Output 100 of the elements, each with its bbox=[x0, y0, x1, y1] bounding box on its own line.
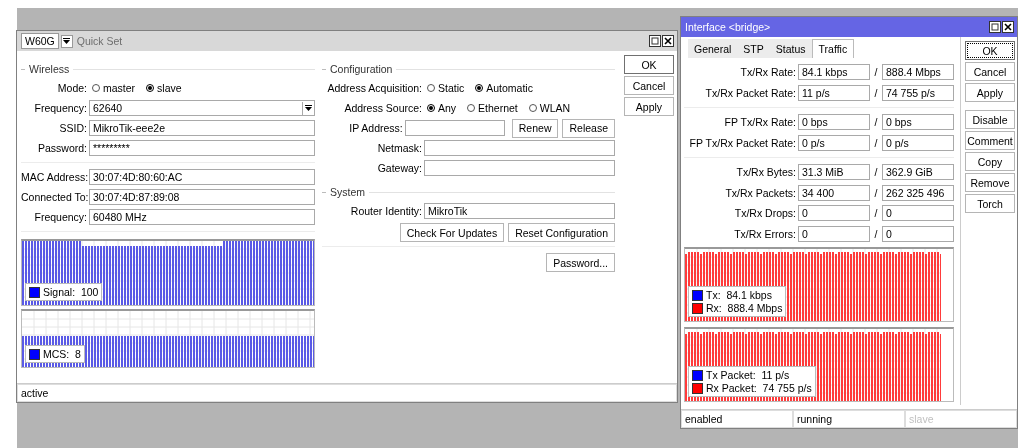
readonly-field: 0 bps bbox=[882, 114, 954, 131]
readonly-field: 0 bbox=[882, 205, 954, 222]
section-heading: Configuration bbox=[330, 63, 393, 75]
button[interactable]: Apply bbox=[624, 97, 674, 116]
separator-text: / bbox=[873, 136, 879, 149]
button[interactable]: Apply bbox=[965, 83, 1015, 102]
readonly-field: 362.9 GiB bbox=[882, 164, 954, 181]
legend-text: Tx: 84.1 kbps bbox=[706, 289, 772, 301]
radio-button[interactable]: Ethernet bbox=[467, 102, 518, 114]
field-label: Password: bbox=[36, 142, 87, 154]
legend-text: Tx Packet: 11 p/s bbox=[706, 369, 790, 381]
readonly-field: 0 p/s bbox=[882, 134, 954, 151]
button[interactable]: OK bbox=[624, 55, 674, 74]
readonly-field: 0 bbox=[882, 225, 954, 242]
separator-text: / bbox=[873, 207, 879, 220]
tab[interactable]: General bbox=[688, 39, 738, 58]
field-label: Tx/Rx Packet Rate: bbox=[704, 86, 796, 99]
input-field[interactable] bbox=[424, 140, 615, 156]
separator-text: / bbox=[873, 66, 879, 79]
tab[interactable]: Status bbox=[769, 39, 812, 58]
readonly-field: 34 400 bbox=[798, 184, 870, 201]
button[interactable]: OK bbox=[965, 41, 1015, 60]
separator-text: / bbox=[873, 116, 879, 129]
field-label: Tx/Rx Drops: bbox=[733, 207, 796, 220]
input-field[interactable]: MikroTik-eee2e bbox=[89, 120, 315, 136]
button[interactable]: Torch bbox=[965, 194, 1015, 213]
button[interactable]: Check For Updates bbox=[399, 223, 505, 242]
window-title: Quick Set bbox=[76, 35, 124, 47]
readonly-field: 0 p/s bbox=[798, 134, 870, 151]
field-label: Mode: bbox=[56, 82, 87, 94]
field-label: Connected To: bbox=[21, 191, 87, 203]
readonly-field: 84.1 kbps bbox=[798, 64, 870, 81]
dropdown-field[interactable]: 62640 bbox=[89, 100, 315, 116]
field-label: Address Acquisition: bbox=[326, 82, 422, 94]
readonly-field: 74 755 p/s bbox=[882, 84, 954, 101]
legend-text: Rx Packet: 74 755 p/s bbox=[706, 382, 812, 394]
radio-button[interactable]: master bbox=[92, 82, 136, 94]
button[interactable]: Reset Configuration bbox=[508, 223, 615, 242]
separator-text: / bbox=[873, 227, 879, 240]
field-label: Router Identity: bbox=[349, 205, 422, 217]
field-label: Address Source: bbox=[343, 102, 422, 114]
field-label: Frequency: bbox=[33, 102, 87, 114]
tab[interactable]: STP bbox=[737, 39, 770, 58]
readonly-field: 11 p/s bbox=[798, 84, 870, 101]
legend-text: Rx: 888.4 Mbps bbox=[706, 302, 783, 314]
field-label: FP Tx/Rx Packet Rate: bbox=[688, 136, 796, 149]
field-label: Tx/Rx Errors: bbox=[733, 227, 796, 240]
field-label: SSID: bbox=[58, 122, 87, 134]
readonly-field: 0 bbox=[798, 225, 870, 242]
input-field[interactable] bbox=[424, 160, 615, 176]
dropdown-arrow-icon[interactable] bbox=[305, 104, 312, 112]
readonly-field: 60480 MHz bbox=[89, 209, 315, 225]
button[interactable]: Password... bbox=[546, 253, 615, 272]
status-text: enabled bbox=[681, 410, 793, 428]
readonly-field: 0 bps bbox=[798, 114, 870, 131]
button[interactable]: Cancel bbox=[965, 62, 1015, 81]
field-label: Netmask: bbox=[376, 142, 422, 154]
button[interactable]: Disable bbox=[965, 110, 1015, 129]
input-field[interactable] bbox=[404, 120, 505, 136]
radio-button[interactable]: Static bbox=[427, 82, 465, 94]
readonly-field: 31.3 MiB bbox=[798, 164, 870, 181]
radio-button[interactable]: slave bbox=[146, 82, 182, 94]
field-label: Gateway: bbox=[376, 162, 422, 174]
section-heading: Wireless bbox=[29, 63, 70, 75]
readonly-field: 30:07:4D:87:89:08 bbox=[89, 189, 315, 205]
button[interactable]: Cancel bbox=[624, 76, 674, 95]
button[interactable]: Release bbox=[562, 118, 615, 138]
field-label: MAC Address: bbox=[21, 171, 87, 183]
field-label: Frequency: bbox=[33, 211, 87, 223]
status-text: slave bbox=[905, 410, 1017, 428]
field-label: Tx/Rx Packets: bbox=[724, 186, 796, 199]
status-text: active bbox=[17, 384, 677, 402]
radio-button[interactable]: Any bbox=[427, 102, 457, 114]
maximize-icon[interactable] bbox=[989, 21, 1001, 33]
close-icon[interactable] bbox=[1002, 21, 1014, 33]
legend-text: MCS: 8 bbox=[43, 348, 81, 360]
field-label: IP Address: bbox=[348, 122, 403, 134]
field-label: Tx/Rx Bytes: bbox=[735, 166, 796, 179]
readonly-field: 888.4 Mbps bbox=[882, 64, 954, 81]
input-field[interactable]: ********* bbox=[89, 140, 315, 156]
button[interactable]: Renew bbox=[511, 118, 559, 138]
section-heading: System bbox=[330, 186, 365, 198]
radio-button[interactable]: Automatic bbox=[475, 82, 533, 94]
readonly-field: 30:07:4D:80:60:AC bbox=[89, 169, 315, 185]
legend-text: Signal: 100 bbox=[43, 286, 99, 298]
readonly-field: 262 325 496 bbox=[882, 184, 954, 201]
button[interactable]: Remove bbox=[965, 173, 1015, 192]
radio-button[interactable]: WLAN bbox=[528, 102, 571, 114]
button[interactable]: Comment bbox=[965, 131, 1015, 150]
field-label: FP Tx/Rx Rate: bbox=[723, 116, 796, 129]
separator-text: / bbox=[873, 86, 879, 99]
button[interactable]: Copy bbox=[965, 152, 1015, 171]
status-text: running bbox=[793, 410, 905, 428]
separator-text: / bbox=[873, 186, 879, 199]
readonly-field: 0 bbox=[798, 205, 870, 222]
input-field[interactable]: MikroTik bbox=[424, 203, 615, 219]
tab[interactable]: Traffic bbox=[811, 39, 855, 58]
separator-text: / bbox=[873, 166, 879, 179]
window-title: Interface <bridge> bbox=[685, 21, 772, 33]
field-label: Tx/Rx Rate: bbox=[739, 66, 796, 79]
